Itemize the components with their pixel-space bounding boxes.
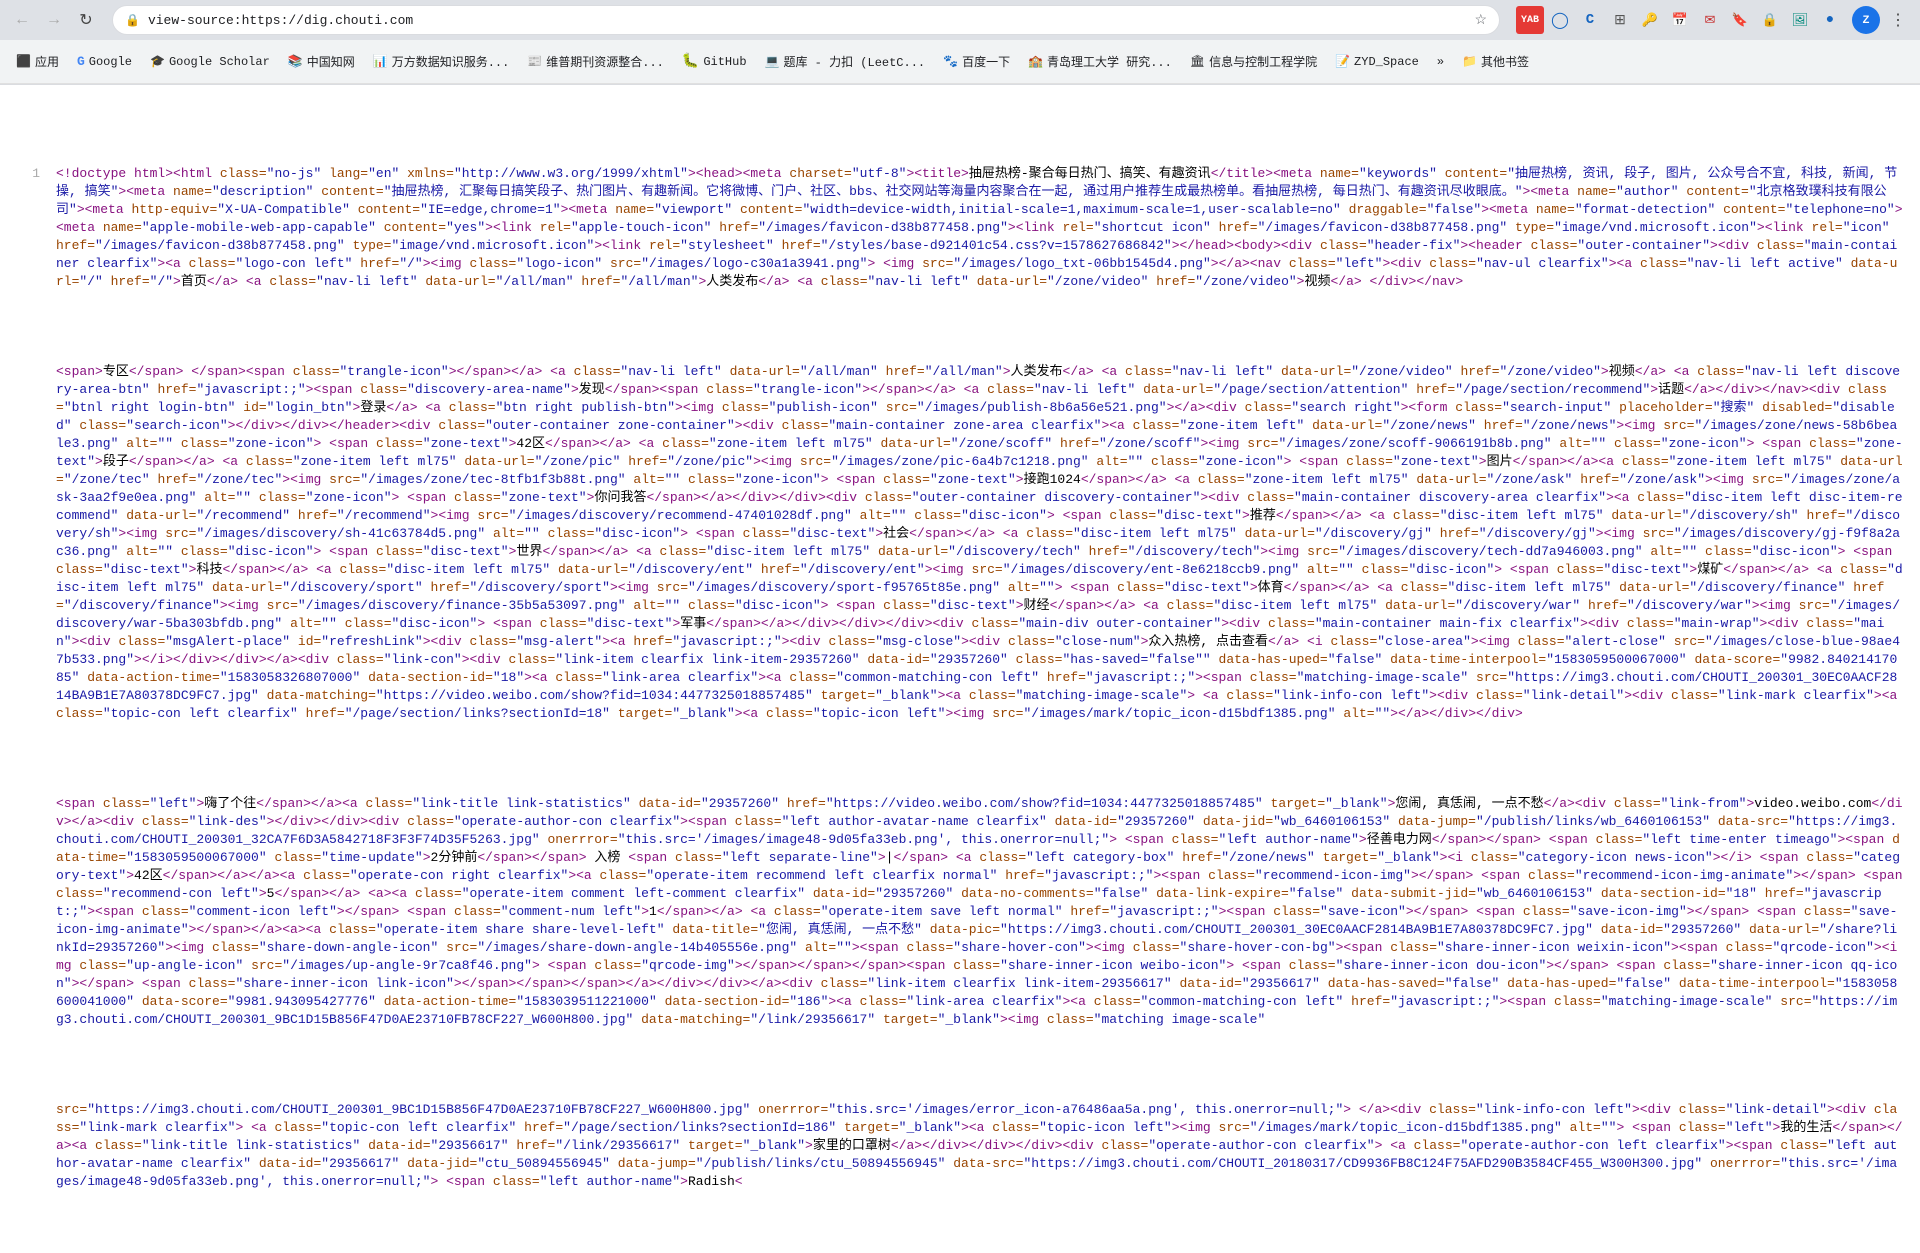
lock-icon: 🔒: [125, 13, 140, 28]
source-line-2: <span>专区</span> </span><span class="tran…: [16, 363, 1904, 723]
bookmark-weipusi-label: 维普期刊资源整合...: [546, 53, 664, 70]
ext-key[interactable]: 🔑: [1636, 6, 1664, 34]
baidu-icon: 🐾: [943, 54, 958, 69]
browser-titlebar: ← → ↻ 🔒 view-source:https://dig.chouti.c…: [0, 0, 1920, 40]
line-number-2: [16, 363, 56, 723]
bookmark-wanfang[interactable]: 📊 万方数据知识服务...: [365, 49, 518, 74]
bookmark-zyd-label: ZYD_Space: [1354, 55, 1419, 69]
source-line-1: 1 <!doctype html><html class="no-js" lan…: [16, 165, 1904, 291]
ext-lock[interactable]: 🔒: [1756, 6, 1784, 34]
browser-chrome: ← → ↻ 🔒 view-source:https://dig.chouti.c…: [0, 0, 1920, 85]
page-content: 1 <!doctype html><html class="no-js" lan…: [0, 85, 1920, 1253]
bookmark-xinxi-label: 信息与控制工程学院: [1209, 53, 1317, 70]
ext-bookmark[interactable]: 🔖: [1726, 6, 1754, 34]
line-content-2: <span>专区</span> </span><span class="tran…: [56, 363, 1904, 723]
bookmark-google[interactable]: G Google: [69, 50, 140, 73]
bookmark-qingdao[interactable]: 🏫 青岛理工大学 研究...: [1020, 49, 1180, 74]
bookmark-star-icon[interactable]: ☆: [1474, 12, 1487, 29]
bookmark-google-label: Google: [89, 55, 132, 69]
bookmark-github-label: GitHub: [703, 55, 746, 69]
forward-button[interactable]: →: [40, 6, 68, 34]
ext-blue-circle[interactable]: ●: [1816, 6, 1844, 34]
address-bar[interactable]: 🔒 view-source:https://dig.chouti.com ☆: [112, 5, 1500, 35]
bookmark-xinxi[interactable]: 🏛 信息与控制工程学院: [1182, 49, 1325, 74]
ext-circle[interactable]: ◯: [1546, 6, 1574, 34]
bookmark-apps-label: 应用: [35, 53, 59, 70]
bookmark-github[interactable]: 🐛 GitHub: [674, 49, 755, 74]
ext-letter-c[interactable]: C: [1576, 6, 1604, 34]
refresh-button[interactable]: ↻: [72, 6, 100, 34]
bookmark-google-scholar[interactable]: 🎓 Google Scholar: [142, 50, 278, 73]
menu-button[interactable]: ⋮: [1884, 6, 1912, 34]
bookmark-zhiwang-label: 中国知网: [307, 53, 355, 70]
qingdao-icon: 🏫: [1028, 54, 1043, 69]
zyd-icon: 📝: [1335, 54, 1350, 69]
line-number-1: 1: [16, 165, 56, 291]
bookmark-leetcode-label: 题库 - 力扣 (LeetC...: [783, 53, 925, 70]
wanfang-icon: 📊: [373, 54, 388, 69]
line-content-1: <!doctype html><html class="no-js" lang=…: [56, 165, 1904, 291]
othershu-icon: 📁: [1462, 54, 1477, 69]
source-view: 1 <!doctype html><html class="no-js" lan…: [0, 85, 1920, 1253]
weipusi-icon: 📰: [527, 54, 542, 69]
bookmarks-list: ⬛ 应用 G Google 🎓 Google Scholar 📚 中国知网 📊 …: [8, 49, 1912, 74]
bookmark-baidu-label: 百度一下: [962, 53, 1010, 70]
back-button[interactable]: ←: [8, 6, 36, 34]
bookmark-qingdao-label: 青岛理工大学 研究...: [1047, 53, 1172, 70]
xinxi-icon: 🏛: [1190, 54, 1205, 69]
github-icon: 🐛: [682, 53, 699, 70]
line-number-4: [16, 1101, 56, 1191]
bookmark-more-label: »: [1437, 55, 1444, 69]
bookmark-baidu[interactable]: 🐾 百度一下: [935, 49, 1018, 74]
line-number-3: [16, 795, 56, 1029]
bookmarks-bar: ⬛ 应用 G Google 🎓 Google Scholar 📚 中国知网 📊 …: [0, 40, 1920, 84]
bookmark-weipusi[interactable]: 📰 维普期刊资源整合...: [519, 49, 672, 74]
leetcode-icon: 💻: [765, 54, 780, 69]
ext-yab[interactable]: YAB: [1516, 6, 1544, 34]
bookmark-scholar-label: Google Scholar: [169, 55, 270, 69]
line-content-3: <span class="left">嗨了个往</span></a><a cla…: [56, 795, 1904, 1029]
source-line-3: <span class="left">嗨了个往</span></a><a cla…: [16, 795, 1904, 1029]
url-text: view-source:https://dig.chouti.com: [148, 13, 1466, 28]
source-line-4: src="https://img3.chouti.com/CHOUTI_2003…: [16, 1101, 1904, 1191]
google-icon: G: [77, 54, 85, 69]
scholar-icon: 🎓: [150, 54, 165, 69]
bookmark-more[interactable]: »: [1429, 51, 1452, 73]
bookmark-othershu[interactable]: 📁 其他书签: [1454, 49, 1537, 74]
apps-icon: ⬛: [16, 54, 31, 69]
bookmark-othershu-label: 其他书签: [1481, 53, 1529, 70]
ext-mail[interactable]: ✉: [1696, 6, 1724, 34]
ext-puzzle[interactable]: ⊞: [1606, 6, 1634, 34]
bookmark-apps[interactable]: ⬛ 应用: [8, 49, 67, 74]
extension-icons: YAB ◯ C ⊞ 🔑 📅 ✉ 🔖 🔒 🖼 ●: [1512, 6, 1848, 34]
bookmark-zhiwang[interactable]: 📚 中国知网: [280, 49, 363, 74]
ext-calendar[interactable]: 📅: [1666, 6, 1694, 34]
bookmark-leetcode[interactable]: 💻 题库 - 力扣 (LeetC...: [757, 49, 934, 74]
profile-button[interactable]: Z: [1852, 6, 1880, 34]
ext-photo[interactable]: 🖼: [1786, 6, 1814, 34]
bookmark-wanfang-label: 万方数据知识服务...: [392, 53, 510, 70]
zhiwang-icon: 📚: [288, 54, 303, 69]
line-content-4: src="https://img3.chouti.com/CHOUTI_2003…: [56, 1101, 1904, 1191]
bookmark-zyd[interactable]: 📝 ZYD_Space: [1327, 50, 1427, 73]
